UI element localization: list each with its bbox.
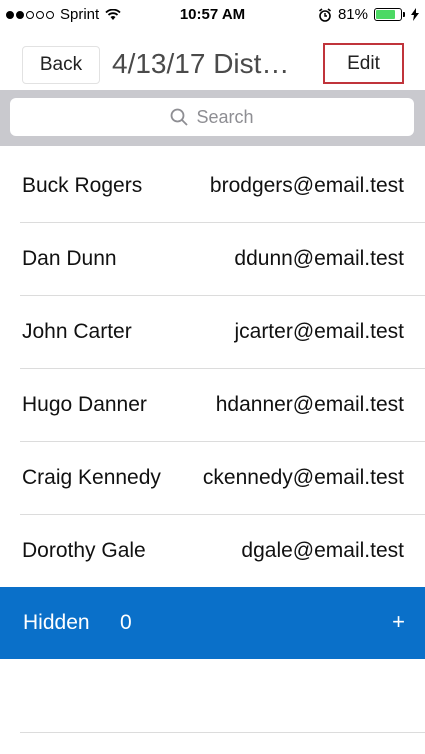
contact-email: dgale@email.test — [241, 539, 404, 562]
battery-icon — [374, 8, 405, 21]
list-item[interactable]: John Carter jcarter@email.test — [20, 296, 425, 369]
status-bar: Sprint 10:57 AM 81% — [0, 0, 425, 30]
list-item[interactable]: Craig Kennedy ckennedy@email.test — [20, 442, 425, 515]
hidden-label: Hidden — [23, 611, 90, 634]
add-icon[interactable]: + — [392, 609, 405, 635]
contact-name: John Carter — [22, 320, 132, 343]
search-placeholder: Search — [196, 106, 254, 127]
back-button[interactable]: Back — [22, 46, 100, 84]
list-item[interactable]: Dorothy Gale dgale@email.test — [20, 515, 425, 588]
contact-name: Dorothy Gale — [22, 539, 146, 562]
search-input[interactable]: Search — [10, 98, 414, 136]
edit-button[interactable]: Edit — [323, 43, 404, 84]
status-right: 81% — [318, 6, 419, 23]
contact-email: hdanner@email.test — [215, 393, 404, 416]
contact-email: ckennedy@email.test — [202, 466, 404, 489]
list-item[interactable]: Buck Rogers brodgers@email.test — [20, 150, 425, 223]
contact-email: ddunn@email.test — [234, 247, 404, 270]
list-item[interactable]: Dan Dunn ddunn@email.test — [20, 223, 425, 296]
navigation-bar: Back 4/13/17 Dist… Edit — [0, 40, 425, 90]
contact-name: Craig Kennedy — [22, 466, 161, 489]
hidden-count: 0 — [120, 611, 132, 634]
battery-percent: 81% — [337, 6, 368, 23]
alarm-icon — [318, 7, 331, 22]
page-title: 4/13/17 Dist… — [112, 48, 290, 79]
search-bar: Search — [0, 90, 425, 146]
charging-icon — [411, 8, 419, 21]
list-item[interactable]: Hugo Danner hdanner@email.test — [20, 369, 425, 442]
contact-email: jcarter@email.test — [234, 320, 404, 343]
search-icon — [171, 108, 189, 126]
divider — [20, 732, 425, 733]
contact-name: Hugo Danner — [22, 393, 147, 416]
hidden-section-header[interactable]: Hidden 0 + — [0, 587, 425, 659]
contact-email: brodgers@email.test — [209, 174, 404, 197]
contact-list: Buck Rogers brodgers@email.test Dan Dunn… — [0, 150, 425, 588]
contact-name: Buck Rogers — [22, 174, 143, 197]
contact-name: Dan Dunn — [22, 247, 117, 270]
